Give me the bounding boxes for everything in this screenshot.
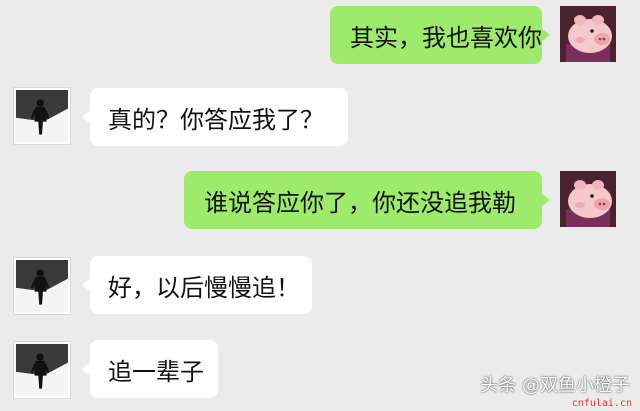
bubble-tail <box>82 362 91 376</box>
pig-avatar-icon[interactable] <box>560 171 616 227</box>
watermark-text: 头条 @双鱼小橙子 <box>480 375 630 396</box>
message-bubble-incoming[interactable]: 追一辈子 <box>82 340 218 398</box>
message-text: 谁说答应你了，你还没追我勒 <box>204 188 516 217</box>
message-bubble-incoming[interactable]: 好，以后慢慢追！ <box>82 256 312 314</box>
pig-avatar-icon[interactable] <box>560 6 616 62</box>
bubble-tail <box>82 278 91 292</box>
bubble-tail <box>541 28 550 42</box>
message-text: 真的？你答应我了？ <box>108 105 324 134</box>
message-bubble-outgoing[interactable]: 其实，我也喜欢你 <box>330 6 550 64</box>
message-text: 其实，我也喜欢你 <box>350 23 542 52</box>
message-bubble-incoming[interactable]: 真的？你答应我了？ <box>82 88 348 146</box>
message-text: 好，以后慢慢追！ <box>108 273 300 302</box>
bubble-tail <box>82 110 91 124</box>
message-text: 追一辈子 <box>108 357 204 386</box>
person-avatar-icon[interactable] <box>13 341 71 399</box>
message-bubble-outgoing[interactable]: 谁说答应你了，你还没追我勒 <box>184 171 550 229</box>
chat-conversation: 其实，我也喜欢你 真的？你答应我了？ 谁说答应你了，你还没追我勒 好，以后慢慢追… <box>0 0 640 411</box>
person-avatar-icon[interactable] <box>13 257 71 315</box>
watermark-site: cnfulai.cn <box>571 398 632 409</box>
bubble-tail <box>541 193 550 207</box>
person-avatar-icon[interactable] <box>13 87 71 145</box>
